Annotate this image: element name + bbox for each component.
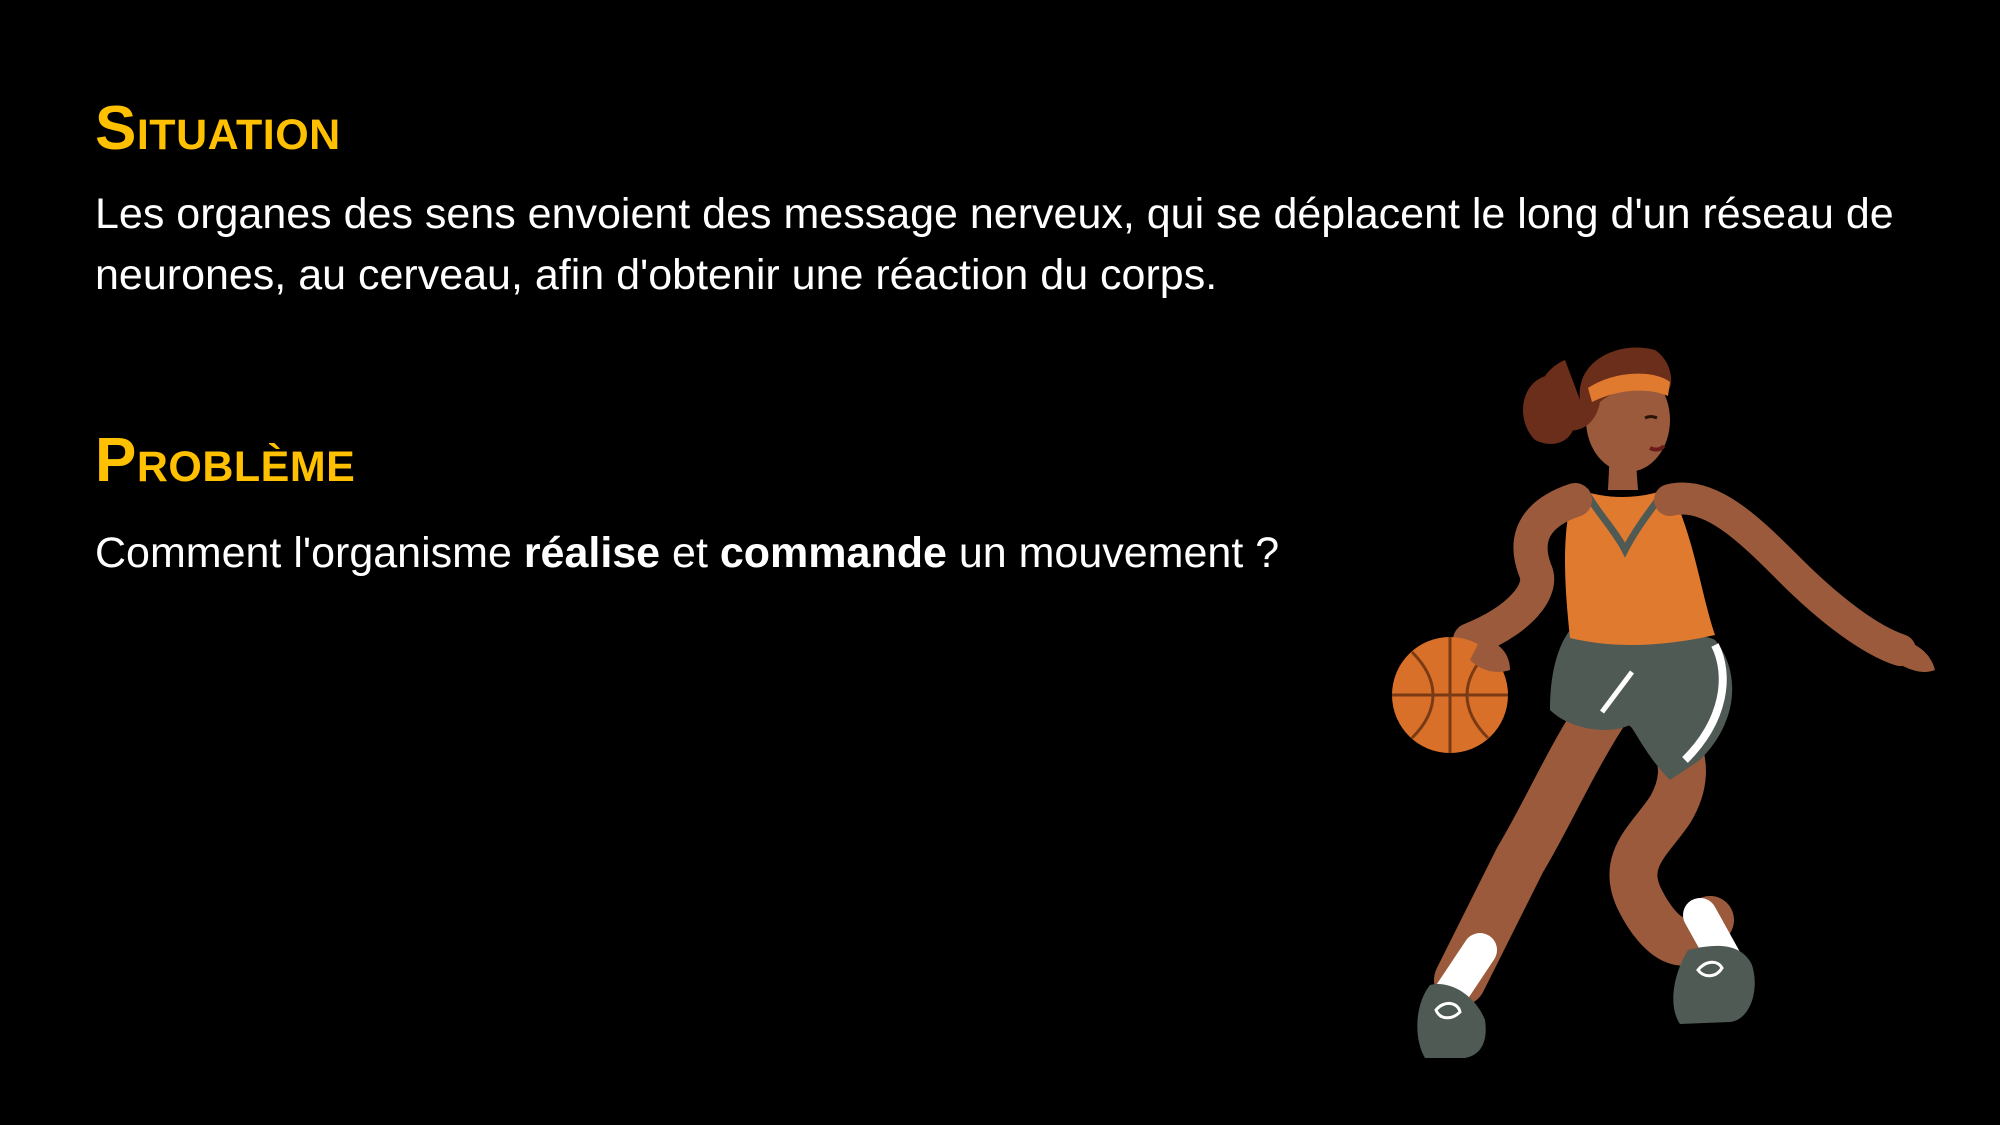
- probleme-heading: Problème: [95, 426, 356, 495]
- basketball-player-icon: [1392, 347, 1935, 1058]
- question-bold-commande: commande: [719, 529, 947, 577]
- slide: Situation Les organes des sens envoient …: [0, 0, 2000, 1125]
- situation-heading: Situation: [95, 94, 341, 163]
- question-part-3: un mouvement ?: [946, 529, 1280, 577]
- situation-text: Les organes des sens envoient des messag…: [95, 190, 1894, 299]
- probleme-question: Comment l'organisme réalise et commande …: [95, 523, 1395, 584]
- question-bold-realise: réalise: [523, 529, 661, 577]
- question-part-1: Comment l'organisme: [95, 529, 524, 577]
- question-part-2: et: [660, 529, 720, 577]
